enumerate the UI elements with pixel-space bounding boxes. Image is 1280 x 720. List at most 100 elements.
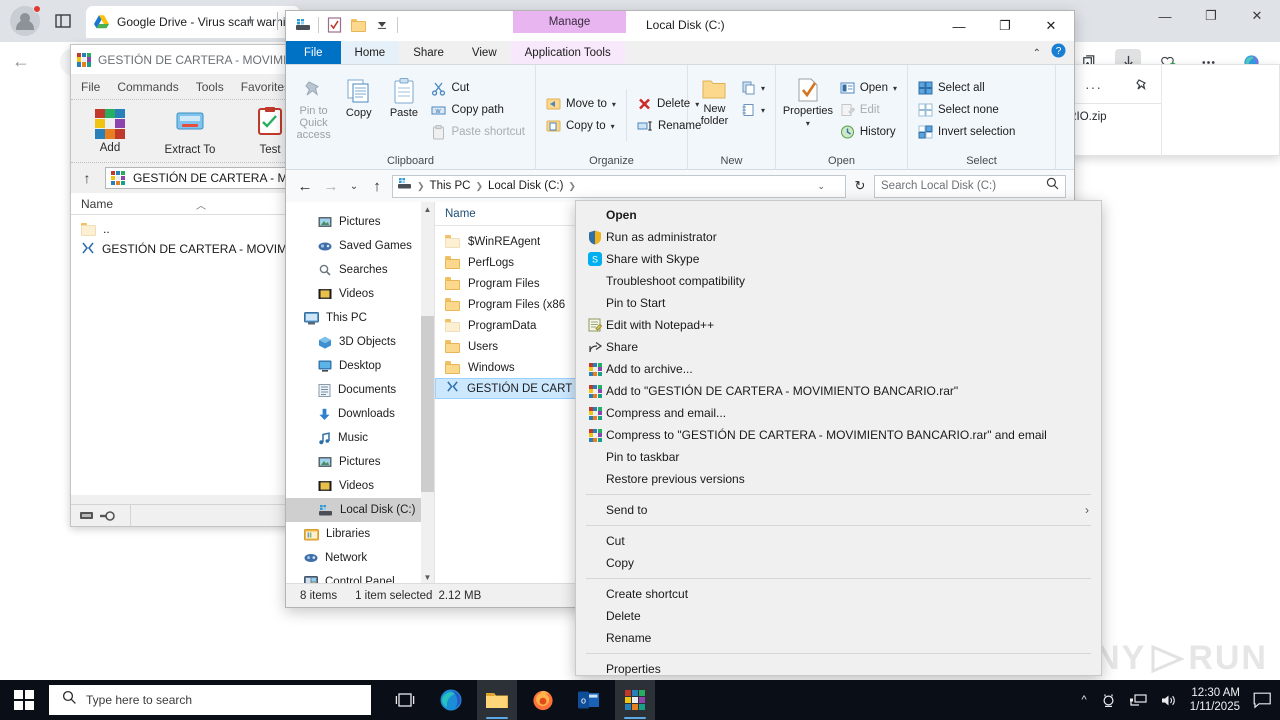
sidebar-item-this-pc[interactable]: This PC [286, 306, 434, 330]
ribbon-collapse-icon[interactable]: ⌃ [1033, 48, 1041, 59]
chevron-down-icon[interactable]: ▾ [612, 100, 616, 109]
scroll-down-arrow[interactable]: ▼ [421, 570, 434, 584]
taskbar-app-file-explorer[interactable] [477, 680, 517, 720]
taskbar-app-outlook[interactable]: o [569, 680, 609, 720]
tab-share[interactable]: Share [399, 41, 458, 64]
search-icon[interactable] [1046, 177, 1059, 195]
sidebar-item-videos-2[interactable]: Videos [286, 474, 434, 498]
recent-locations-button[interactable]: ⌄ [346, 175, 362, 197]
sidebar-item-videos[interactable]: Videos [286, 282, 434, 306]
context-menu-item-run-as-administrator[interactable]: Run as administrator [576, 226, 1101, 248]
context-menu-item-open[interactable]: Open [576, 204, 1101, 226]
context-menu-item-cut[interactable]: Cut [576, 530, 1101, 552]
context-menu-item-create-shortcut[interactable]: Create shortcut [576, 583, 1101, 605]
navpane-scrollbar[interactable]: ▲ ▼ [421, 202, 434, 584]
local-disk-icon[interactable] [294, 16, 312, 34]
network-icon[interactable] [1129, 693, 1147, 708]
properties-button[interactable]: Properties ▾ [782, 71, 834, 149]
breadcrumb-chevron-icon[interactable]: ❯ [417, 181, 425, 192]
address-dropdown-icon[interactable]: ⌄ [817, 181, 825, 192]
sidebar-item-network[interactable]: Network [286, 546, 434, 570]
explorer-titlebar[interactable]: Manage Local Disk (C:) — ❐ ✕ [286, 11, 1074, 41]
tab-file[interactable]: File [286, 41, 341, 64]
context-menu-item-pin-to-taskbar[interactable]: Pin to taskbar [576, 446, 1101, 468]
edit-button[interactable]: Edit [836, 99, 901, 121]
copy-path-button[interactable]: w Copy path [427, 99, 529, 121]
move-to-button[interactable]: Move to ▾ [542, 93, 620, 115]
chevron-down-icon[interactable]: ▾ [893, 84, 897, 93]
context-menu-item-share-with-skype[interactable]: S Share with Skype [576, 248, 1101, 270]
context-menu-item-properties[interactable]: Properties [576, 658, 1101, 680]
winrar-up-button[interactable]: ↑ [77, 170, 97, 186]
new-folder-button[interactable]: New folder [694, 71, 735, 127]
task-view-button[interactable] [385, 680, 425, 720]
breadcrumb-this-pc[interactable]: This PC [430, 180, 471, 192]
browser-minimize-button[interactable]: — [1142, 0, 1188, 32]
chevron-down-icon[interactable]: ▾ [761, 84, 765, 93]
profile-avatar[interactable] [10, 5, 41, 36]
sidebar-item-music[interactable]: Music [286, 426, 434, 450]
chevron-down-icon[interactable]: ▾ [806, 119, 810, 128]
context-menu-item-send-to[interactable]: Send to › [576, 499, 1101, 521]
explorer-minimize-button[interactable]: — [936, 11, 982, 41]
winrar-menu-tools[interactable]: Tools [196, 80, 224, 94]
breadcrumb-chevron-icon[interactable]: ❯ [475, 181, 483, 192]
forward-button[interactable]: → [320, 175, 342, 197]
context-menu-item-rename[interactable]: Rename [576, 627, 1101, 649]
history-button[interactable]: History [836, 121, 901, 143]
context-menu-item-restore-previous-versions[interactable]: Restore previous versions [576, 468, 1101, 490]
browser-maximize-button[interactable]: ❐ [1188, 0, 1234, 32]
scroll-up-arrow[interactable]: ▲ [421, 202, 434, 216]
cut-button[interactable]: Cut [427, 77, 529, 99]
search-input[interactable]: Search Local Disk (C:) [874, 174, 1066, 198]
address-bar[interactable]: ❯ This PC ❯ Local Disk (C:) ❯ ⌄ [392, 174, 846, 198]
new-folder-icon[interactable] [349, 16, 367, 34]
sidebar-item-3d-objects[interactable]: 3D Objects [286, 330, 434, 354]
copy-to-button[interactable]: Copy to ▾ [542, 115, 620, 137]
customize-dropdown-icon[interactable] [373, 16, 391, 34]
downloads-more-button[interactable]: ··· [1085, 79, 1102, 95]
winrar-add-button[interactable]: Add [83, 108, 137, 154]
context-menu-item-compress-to-named-and-email[interactable]: Compress to "GESTIÓN DE CARTERA - MOVIMI… [576, 424, 1101, 446]
winrar-menu-file[interactable]: File [81, 80, 100, 94]
sidebar-item-pictures[interactable]: Pictures [286, 210, 434, 234]
webcam-icon[interactable] [1100, 693, 1117, 708]
context-menu-item-delete[interactable]: Delete [576, 605, 1101, 627]
copy-button[interactable]: Copy [337, 71, 380, 149]
explorer-maximize-button[interactable]: ❐ [982, 11, 1028, 41]
pin-to-quick-access-button[interactable]: Pin to Quick access [292, 71, 335, 149]
sidebar-item-pictures-2[interactable]: Pictures [286, 450, 434, 474]
new-item-button[interactable]: ▾ [737, 77, 769, 99]
winrar-extract-button[interactable]: Extract To [163, 106, 217, 156]
open-button[interactable]: Open ▾ [836, 77, 901, 99]
context-menu-item-compress-and-email[interactable]: Compress and email... [576, 402, 1101, 424]
refresh-button[interactable]: ↻ [850, 178, 870, 194]
context-menu-item-add-to-archive[interactable]: Add to archive... [576, 358, 1101, 380]
sidebar-item-searches[interactable]: Searches [286, 258, 434, 282]
sidebar-item-documents[interactable]: Documents [286, 378, 434, 402]
tab-view[interactable]: View [458, 41, 511, 64]
taskbar-search-input[interactable]: Type here to search [49, 685, 371, 715]
context-menu-item-edit-with-notepad-plus-plus[interactable]: Edit with Notepad++ [576, 314, 1101, 336]
tab-application-tools[interactable]: Application Tools [510, 41, 625, 64]
start-button[interactable] [0, 680, 48, 720]
sidebar-item-local-disk[interactable]: Local Disk (C:) [286, 498, 434, 522]
tab-actions-icon[interactable] [50, 8, 76, 34]
select-all-button[interactable]: Select all [914, 77, 1049, 99]
sidebar-item-libraries[interactable]: Libraries [286, 522, 434, 546]
taskbar-app-firefox[interactable] [523, 680, 563, 720]
show-hidden-icons-button[interactable]: ^ [1082, 694, 1087, 706]
browser-tab[interactable]: Google Drive - Virus scan warni [86, 6, 300, 38]
sidebar-item-downloads[interactable]: Downloads [286, 402, 434, 426]
browser-back-icon[interactable]: ← [12, 51, 30, 72]
context-menu-item-share[interactable]: Share [576, 336, 1101, 358]
notification-icon[interactable] [1253, 692, 1272, 709]
pin-icon[interactable] [1133, 77, 1151, 100]
taskbar-clock[interactable]: 12:30 AM 1/11/2025 [1190, 686, 1240, 714]
volume-icon[interactable] [1160, 693, 1177, 708]
new-tab-button[interactable]: + [246, 12, 255, 29]
context-menu-item-troubleshoot-compatibility[interactable]: Troubleshoot compatibility [576, 270, 1101, 292]
properties-icon[interactable] [325, 16, 343, 34]
easy-access-button[interactable]: ▾ [737, 99, 769, 121]
select-none-button[interactable]: Select none [914, 99, 1049, 121]
